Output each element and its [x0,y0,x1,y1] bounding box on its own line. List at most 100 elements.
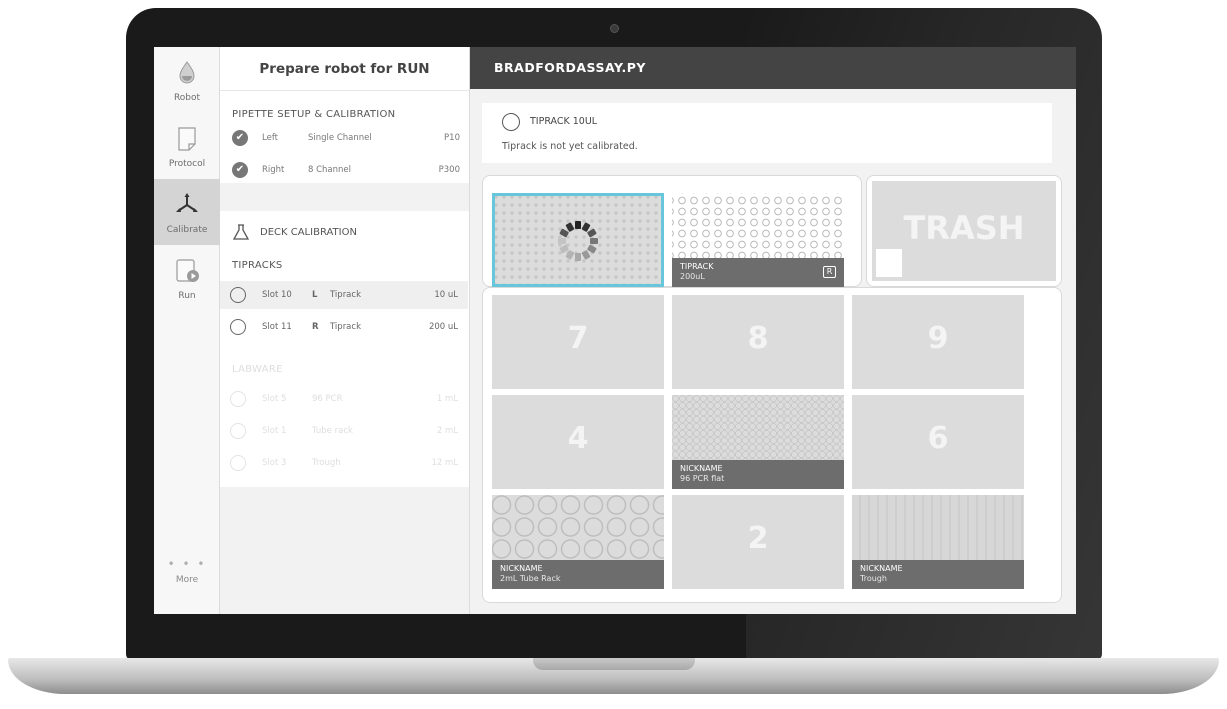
deck-calibration-label: DECK CALIBRATION [260,227,357,238]
nav-label-calibrate: Calibrate [166,225,208,235]
check-icon: ✔ [232,162,248,178]
nav-item-more[interactable]: • • • More [154,557,220,585]
nav-item-run[interactable]: Run [154,245,220,311]
tiprack-slot: Slot 11 [262,322,292,332]
nav-label-protocol: Protocol [168,159,206,169]
camera-icon [610,24,619,33]
nav-label-run: Run [178,291,196,301]
deck-slot-8[interactable]: 8 [672,295,844,389]
deck-slot-5[interactable]: NICKNAME 96 PCR flat [672,395,844,489]
tiprack-sub: 200uL [680,272,705,281]
labware-name: Tube rack [312,426,353,436]
deck-slot-11[interactable]: TIPRACK 200uL R [672,193,844,287]
labware-volume: 2 mL [436,426,458,436]
panel-title: Prepare robot for RUN [220,47,469,91]
pipette-side: Right [262,165,285,175]
nav-label-more: More [175,575,199,585]
panel-divider-band [220,183,469,211]
tiprack-row-slot10[interactable]: Slot 10 L Tiprack 10 uL [220,281,468,309]
tiprack-slot: Slot 10 [262,290,292,300]
check-icon: ✔ [232,130,248,146]
labware-row: Slot 1 Tube rack 2 mL [220,417,468,445]
deck-slot-4[interactable]: 4 [492,395,664,489]
deck-slot-9[interactable]: 9 [852,295,1024,389]
slot-number: 6 [927,421,949,456]
radio-icon [230,455,246,471]
pipette-section-title: PIPETTE SETUP & CALIBRATION [232,109,396,120]
labware-volume: 12 mL [431,458,458,468]
deck-slot-2[interactable]: 2 [672,495,844,589]
calibrate-axes-icon [176,193,198,212]
pipette-row-left[interactable]: ✔ Left Single Channel P10 [232,129,460,149]
protocol-title: BRADFORDASSAY.PY [470,47,1076,89]
tiprack-name: Tiprack [330,290,361,300]
slot-number: 4 [567,421,589,456]
slot-number: 2 [747,521,769,556]
deck-slot-1[interactable]: NICKNAME 2mL Tube Rack [492,495,664,589]
nav-item-robot[interactable]: Robot [154,47,220,113]
pipette-model: P10 [444,133,460,143]
slot-label: NICKNAME Trough [852,560,1024,589]
nav-label-robot: Robot [173,93,201,103]
calibration-alert: TIPRACK 10UL Tiprack is not yet calibrat… [482,103,1052,163]
nav-item-calibrate[interactable]: Calibrate [154,179,220,245]
pipette-model: P300 [438,165,460,175]
slot-number: 8 [747,321,769,356]
prepare-panel: Prepare robot for RUN PIPETTE SETUP & CA… [220,47,470,614]
radio-icon[interactable] [502,113,520,131]
labware-nickname: NICKNAME [500,564,543,573]
labware-name: Trough [312,458,341,468]
labware-name: 96 PCR [312,394,343,404]
radio-icon [230,423,246,439]
trash-corner [876,249,902,277]
app-screen: Robot Protocol Calibrate Run • • • More … [154,47,1076,614]
slot-number: 9 [927,321,949,356]
deck-calibration-row[interactable]: DECK CALIBRATION [232,223,462,243]
deck-slot-6[interactable]: 6 [852,395,1024,489]
tiprack-volume: 10 uL [434,290,458,300]
main-area: BRADFORDASSAY.PY TIPRACK 10UL Tiprack is… [470,47,1076,614]
labware-slot: Slot 5 [262,394,287,404]
labware-slot: Slot 3 [262,458,287,468]
tiprack-row-slot11[interactable]: Slot 11 R Tiprack 200 uL [220,313,468,341]
trash-label: TRASH [903,209,1025,247]
robot-drop-icon [179,61,195,84]
radio-icon [230,287,246,303]
slot-label: NICKNAME 2mL Tube Rack [492,560,664,589]
pipette-type: 8 Channel [308,165,352,175]
pipette-type: Single Channel [308,133,372,143]
laptop-base-notch [533,658,695,670]
tiprack-label: TIPRACK [680,262,714,271]
tipracks-title: TIPRACKS [232,260,283,271]
tiprack-name: Tiprack [330,322,361,332]
alert-message: Tiprack is not yet calibrated. [502,141,638,152]
tiprack-side: L [312,290,318,300]
pipette-side: Left [262,133,278,143]
labware-volume: 1 mL [436,394,458,404]
labware-nickname: NICKNAME [680,464,723,473]
labware-row: Slot 5 96 PCR 1 mL [220,385,468,413]
radio-icon [230,391,246,407]
more-dots-icon: • • • [167,557,207,571]
deck-slot-trash[interactable]: TRASH [872,181,1056,281]
deck-slot-3[interactable]: NICKNAME Trough [852,495,1024,589]
labware-type: Trough [860,574,887,583]
tiprack-volume: 200 uL [428,322,458,332]
tiprack-side: R [312,322,319,332]
left-nav: Robot Protocol Calibrate Run • • • More [154,47,220,614]
pipette-row-right[interactable]: ✔ Right 8 Channel P300 [232,161,460,181]
labware-row: Slot 3 Trough 12 mL [220,449,468,477]
deck-slot-10[interactable] [492,193,664,287]
panel-empty-area [220,487,469,614]
labware-type: 2mL Tube Rack [500,574,561,583]
labware-nickname: NICKNAME [860,564,903,573]
radio-icon [230,319,246,335]
labware-slot: Slot 1 [262,426,287,436]
nav-item-protocol[interactable]: Protocol [154,113,220,179]
labware-type: 96 PCR flat [680,474,725,483]
slot-number: 7 [567,321,589,356]
loading-spinner-icon [558,221,598,261]
flask-icon [232,224,250,240]
deck-slot-7[interactable]: 7 [492,295,664,389]
document-icon [178,127,196,151]
